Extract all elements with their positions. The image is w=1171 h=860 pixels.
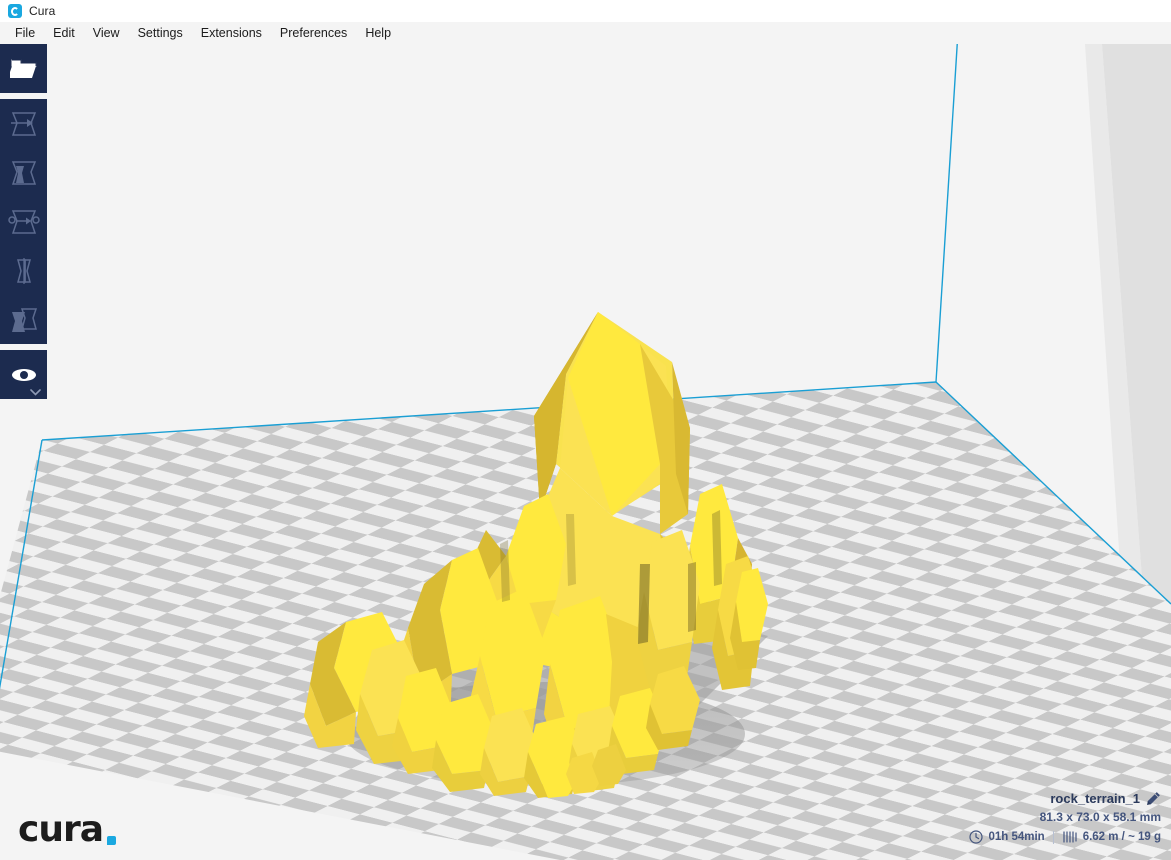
material-usage-label: 6.62 m / ~ 19 g [1082,831,1161,843]
scale-tool-button[interactable] [0,148,47,197]
rotate-tool-icon [7,209,40,234]
mirror-tool-button[interactable] [0,246,47,295]
menu-item-view[interactable]: View [84,23,129,43]
menu-item-file[interactable]: File [6,23,44,43]
model-info-panel: rock_terrain_1 81.3 x 73.0 x 58.1 mm 01h… [969,791,1161,844]
window-title: Cura [29,4,56,18]
model-name-row: rock_terrain_1 [969,791,1161,806]
filament-spool-icon [1063,831,1077,843]
model-tools-group [0,99,47,344]
cura-logo-icon [8,4,22,18]
print-time-stat: 01h 54min [969,830,1045,844]
per-model-settings-button[interactable] [0,295,47,344]
view-mode-group [0,350,47,399]
model-stats-row: 01h 54min 6.62 m / ~ 19 g [969,830,1161,844]
menu-item-help[interactable]: Help [356,23,400,43]
menu-bar: File Edit View Settings Extensions Prefe… [0,22,1171,44]
left-toolbar [0,44,47,399]
scale-tool-icon [11,160,36,185]
cura-watermark-dot [107,836,117,845]
cura-watermark: cura [18,809,117,850]
eye-icon [11,368,36,381]
menu-item-preferences[interactable]: Preferences [271,23,356,43]
open-file-button[interactable] [0,44,47,93]
print-time-label: 01h 54min [988,831,1045,843]
view-mode-button[interactable] [0,350,47,399]
mirror-tool-icon [16,257,31,284]
menu-item-edit[interactable]: Edit [44,23,84,43]
open-folder-icon [9,59,36,78]
model-name-label: rock_terrain_1 [1050,791,1140,806]
open-file-group [0,44,47,93]
pencil-icon[interactable] [1146,791,1161,806]
per-model-settings-icon [11,307,37,332]
chevron-down-icon [30,389,41,396]
3d-viewport[interactable] [0,44,1171,860]
material-usage-stat: 6.62 m / ~ 19 g [1062,830,1161,844]
title-bar: Cura [0,0,1171,22]
move-tool-icon [10,111,36,136]
cura-application-window: Cura File Edit View Settings Extensions … [0,0,1171,860]
stats-separator [1052,830,1054,844]
menu-item-settings[interactable]: Settings [129,23,192,43]
model-dimensions-label: 81.3 x 73.0 x 58.1 mm [1039,810,1161,824]
move-tool-button[interactable] [0,99,47,148]
clock-icon [969,830,984,844]
rotate-tool-button[interactable] [0,197,47,246]
cura-watermark-text: cura [18,809,104,850]
menu-item-extensions[interactable]: Extensions [192,23,271,43]
